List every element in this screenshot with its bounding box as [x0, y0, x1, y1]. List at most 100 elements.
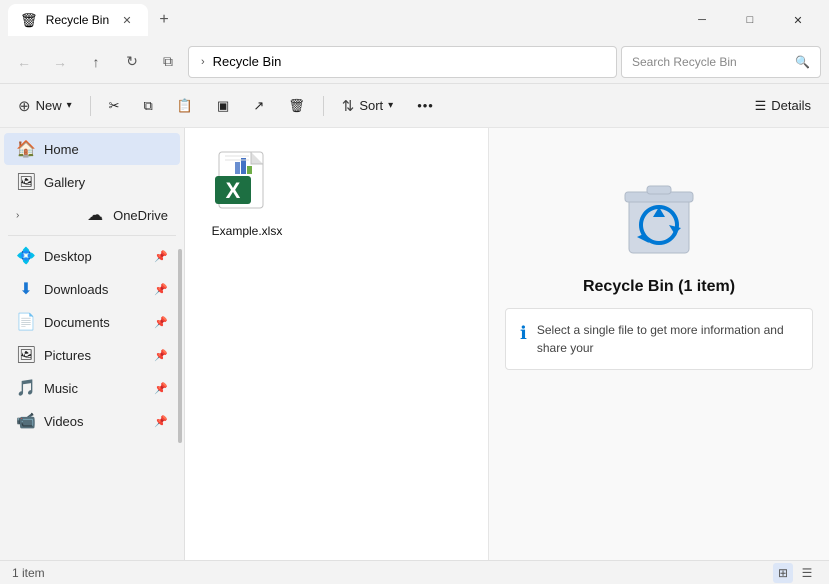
search-icon: 🔍	[795, 55, 810, 69]
file-name: Example.xlsx	[212, 224, 283, 238]
new-tab-button[interactable]: +	[148, 4, 180, 36]
search-bar[interactable]: Search Recycle Bin 🔍	[621, 46, 821, 78]
address-path: Recycle Bin	[213, 54, 282, 69]
sidebar: 🏠 Home 🖼 Gallery › ☁ OneDrive 💠 Desktop …	[0, 128, 185, 560]
address-chevron: ›	[201, 56, 205, 68]
item-count: 1 item	[12, 566, 45, 580]
maximize-button[interactable]: □	[727, 4, 773, 36]
close-button[interactable]: ✕	[775, 4, 821, 36]
cut-button[interactable]: ✂	[99, 90, 130, 122]
content-area: X Example.xlsx	[185, 128, 829, 560]
rename-icon: ▣	[217, 98, 229, 114]
sidebar-label-pictures: Pictures	[44, 348, 91, 363]
info-text: Select a single file to get more informa…	[537, 321, 798, 357]
pictures-icon: 🖼	[16, 345, 36, 365]
pin-icon-music: 📌	[154, 382, 168, 395]
share-button[interactable]: ↗	[243, 90, 274, 122]
downloads-icon: ⬇	[16, 279, 36, 299]
sidebar-item-documents[interactable]: 📄 Documents 📌	[4, 306, 180, 338]
new-label: New	[36, 98, 62, 113]
recycle-bin-large-icon	[619, 168, 699, 258]
copy-button[interactable]: ⧉	[134, 90, 163, 122]
gallery-icon: 🖼	[16, 172, 36, 192]
pin-icon-videos: 📌	[154, 415, 168, 428]
more-icon: •••	[417, 98, 434, 113]
view-controls: ⊞ ☰	[773, 563, 817, 583]
minimize-button[interactable]: ─	[679, 4, 725, 36]
tab-close-button[interactable]: ✕	[118, 11, 136, 29]
window-controls: ─ □ ✕	[679, 4, 821, 36]
sort-icon: ⇅	[342, 97, 355, 115]
title-bar: 🗑 Recycle Bin ✕ + ─ □ ✕	[0, 0, 829, 40]
info-icon: ℹ	[520, 323, 527, 344]
tab-area: 🗑 Recycle Bin ✕ +	[8, 0, 180, 40]
sidebar-divider	[8, 235, 176, 236]
tab-label: Recycle Bin	[46, 13, 109, 27]
expand-icon: ›	[16, 210, 19, 221]
cut-icon: ✂	[109, 98, 120, 114]
file-area: X Example.xlsx	[185, 128, 489, 560]
sidebar-item-pictures[interactable]: 🖼 Pictures 📌	[4, 339, 180, 371]
sidebar-label-documents: Documents	[44, 315, 110, 330]
sidebar-label-music: Music	[44, 381, 78, 396]
pin-icon-pictures: 📌	[154, 349, 168, 362]
videos-icon: 📹	[16, 411, 36, 431]
status-bar: 1 item ⊞ ☰	[0, 560, 829, 584]
desktop-icon: 💠	[16, 246, 36, 266]
nav-bar: ← → ↑ ↻ ⧉ › Recycle Bin Search Recycle B…	[0, 40, 829, 84]
pin-icon-desktop: 📌	[154, 250, 168, 263]
svg-text:X: X	[226, 178, 241, 203]
new-chevron: ▾	[67, 100, 72, 111]
excel-file-icon: X	[211, 148, 283, 220]
sidebar-label-videos: Videos	[44, 414, 84, 429]
toolbar: ⊕ New ▾ ✂ ⧉ 📋 ▣ ↗ 🗑 ⇅ Sort ▾ ••• ☰ Detai…	[0, 84, 829, 128]
desktops-button[interactable]: ⧉	[152, 46, 184, 78]
up-button[interactable]: ↑	[80, 46, 112, 78]
sidebar-item-onedrive[interactable]: › ☁ OneDrive	[4, 199, 180, 231]
details-label: Details	[771, 98, 811, 113]
scrollbar[interactable]	[178, 249, 182, 443]
details-button[interactable]: ☰ Details	[745, 90, 821, 122]
back-button[interactable]: ←	[8, 46, 40, 78]
paste-icon: 📋	[177, 98, 193, 114]
paste-button[interactable]: 📋	[167, 90, 203, 122]
sidebar-item-music[interactable]: 🎵 Music 📌	[4, 372, 180, 404]
copy-icon: ⧉	[144, 98, 153, 114]
delete-button[interactable]: 🗑	[278, 90, 315, 122]
sidebar-item-desktop[interactable]: 💠 Desktop 📌	[4, 240, 180, 272]
forward-button[interactable]: →	[44, 46, 76, 78]
refresh-button[interactable]: ↻	[116, 46, 148, 78]
address-bar[interactable]: › Recycle Bin	[188, 46, 617, 78]
sidebar-label-onedrive: OneDrive	[113, 208, 168, 223]
grid-view-button[interactable]: ⊞	[773, 563, 793, 583]
sidebar-label-home: Home	[44, 142, 79, 157]
more-button[interactable]: •••	[407, 90, 444, 122]
delete-icon: 🗑	[288, 98, 305, 114]
sort-chevron: ▾	[388, 100, 393, 111]
active-tab[interactable]: 🗑 Recycle Bin ✕	[8, 4, 148, 36]
details-panel-icon: ☰	[755, 98, 767, 114]
details-title: Recycle Bin (1 item)	[583, 278, 735, 296]
sort-label: Sort	[359, 98, 383, 113]
tab-favicon: 🗑	[20, 12, 38, 29]
pin-icon-documents: 📌	[154, 316, 168, 329]
sidebar-item-home[interactable]: 🏠 Home	[4, 133, 180, 165]
sidebar-label-desktop: Desktop	[44, 249, 92, 264]
sidebar-item-gallery[interactable]: 🖼 Gallery	[4, 166, 180, 198]
sort-button[interactable]: ⇅ Sort ▾	[332, 90, 403, 122]
sidebar-label-gallery: Gallery	[44, 175, 85, 190]
file-icon-container: X	[211, 148, 283, 220]
sidebar-item-downloads[interactable]: ⬇ Downloads 📌	[4, 273, 180, 305]
list-view-button[interactable]: ☰	[797, 563, 817, 583]
pin-icon-downloads: 📌	[154, 283, 168, 296]
separator-1	[90, 96, 91, 116]
music-icon: 🎵	[16, 378, 36, 398]
share-icon: ↗	[253, 98, 264, 114]
new-button[interactable]: ⊕ New ▾	[8, 90, 82, 122]
documents-icon: 📄	[16, 312, 36, 332]
rename-button[interactable]: ▣	[207, 90, 239, 122]
sidebar-item-videos[interactable]: 📹 Videos 📌	[4, 405, 180, 437]
details-info-box: ℹ Select a single file to get more infor…	[505, 308, 813, 370]
file-item-example-xlsx[interactable]: X Example.xlsx	[197, 140, 297, 246]
home-icon: 🏠	[16, 139, 36, 159]
